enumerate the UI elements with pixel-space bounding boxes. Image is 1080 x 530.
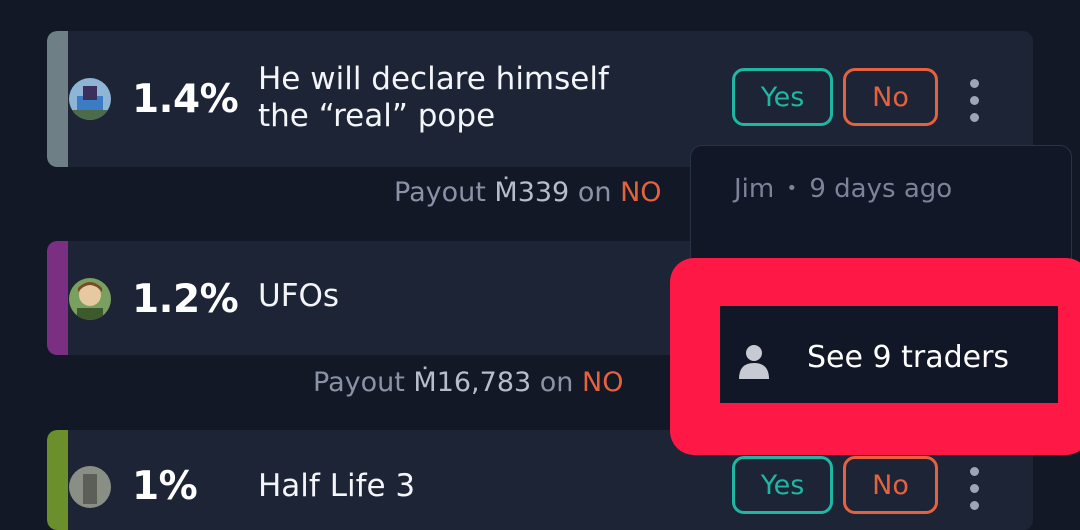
- payout-on: on: [539, 367, 574, 398]
- payout-side: NO: [620, 177, 662, 208]
- payout-side: NO: [582, 367, 624, 398]
- payout-text: Payout Ṁ16,783 on NO: [313, 367, 623, 398]
- market-color-bar: [47, 241, 68, 355]
- market-title-line: the “real” pope: [258, 98, 496, 134]
- created-time: 9 days ago: [809, 174, 953, 204]
- person-icon: [737, 343, 771, 379]
- avatar[interactable]: [69, 278, 111, 320]
- market-title[interactable]: Half Life 3: [258, 468, 415, 505]
- market-title-line: Half Life 3: [258, 468, 416, 504]
- avatar[interactable]: [69, 78, 111, 120]
- author-name[interactable]: Jim: [734, 174, 774, 204]
- market-probability: 1.2%: [132, 277, 239, 322]
- market-title-line: He will declare himself: [258, 61, 609, 97]
- kebab-menu-icon[interactable]: [967, 79, 981, 130]
- payout-text: Payout Ṁ339 on NO: [394, 177, 662, 208]
- market-probability: 1%: [132, 464, 198, 509]
- payout-amount: Ṁ339: [494, 177, 570, 208]
- yes-button[interactable]: Yes: [732, 456, 833, 514]
- see-traders-label[interactable]: See 9 traders: [807, 340, 1009, 375]
- no-button[interactable]: No: [843, 456, 938, 514]
- payout-prefix: Payout: [394, 177, 486, 208]
- yes-button[interactable]: Yes: [732, 68, 833, 126]
- payout-amount: Ṁ16,783: [413, 367, 532, 398]
- market-color-bar: [47, 31, 68, 167]
- no-button[interactable]: No: [843, 68, 938, 126]
- market-probability: 1.4%: [132, 77, 239, 122]
- market-title-line: UFOs: [258, 278, 340, 314]
- market-title[interactable]: UFOs: [258, 278, 339, 315]
- avatar[interactable]: [69, 466, 111, 508]
- payout-on: on: [577, 177, 612, 208]
- payout-prefix: Payout: [313, 367, 405, 398]
- dropdown-meta: Jim • 9 days ago: [734, 174, 952, 204]
- kebab-menu-icon[interactable]: [967, 467, 981, 518]
- market-color-bar: [47, 430, 68, 530]
- market-title[interactable]: He will declare himself the “real” pope: [258, 61, 609, 135]
- meta-separator: •: [786, 178, 798, 199]
